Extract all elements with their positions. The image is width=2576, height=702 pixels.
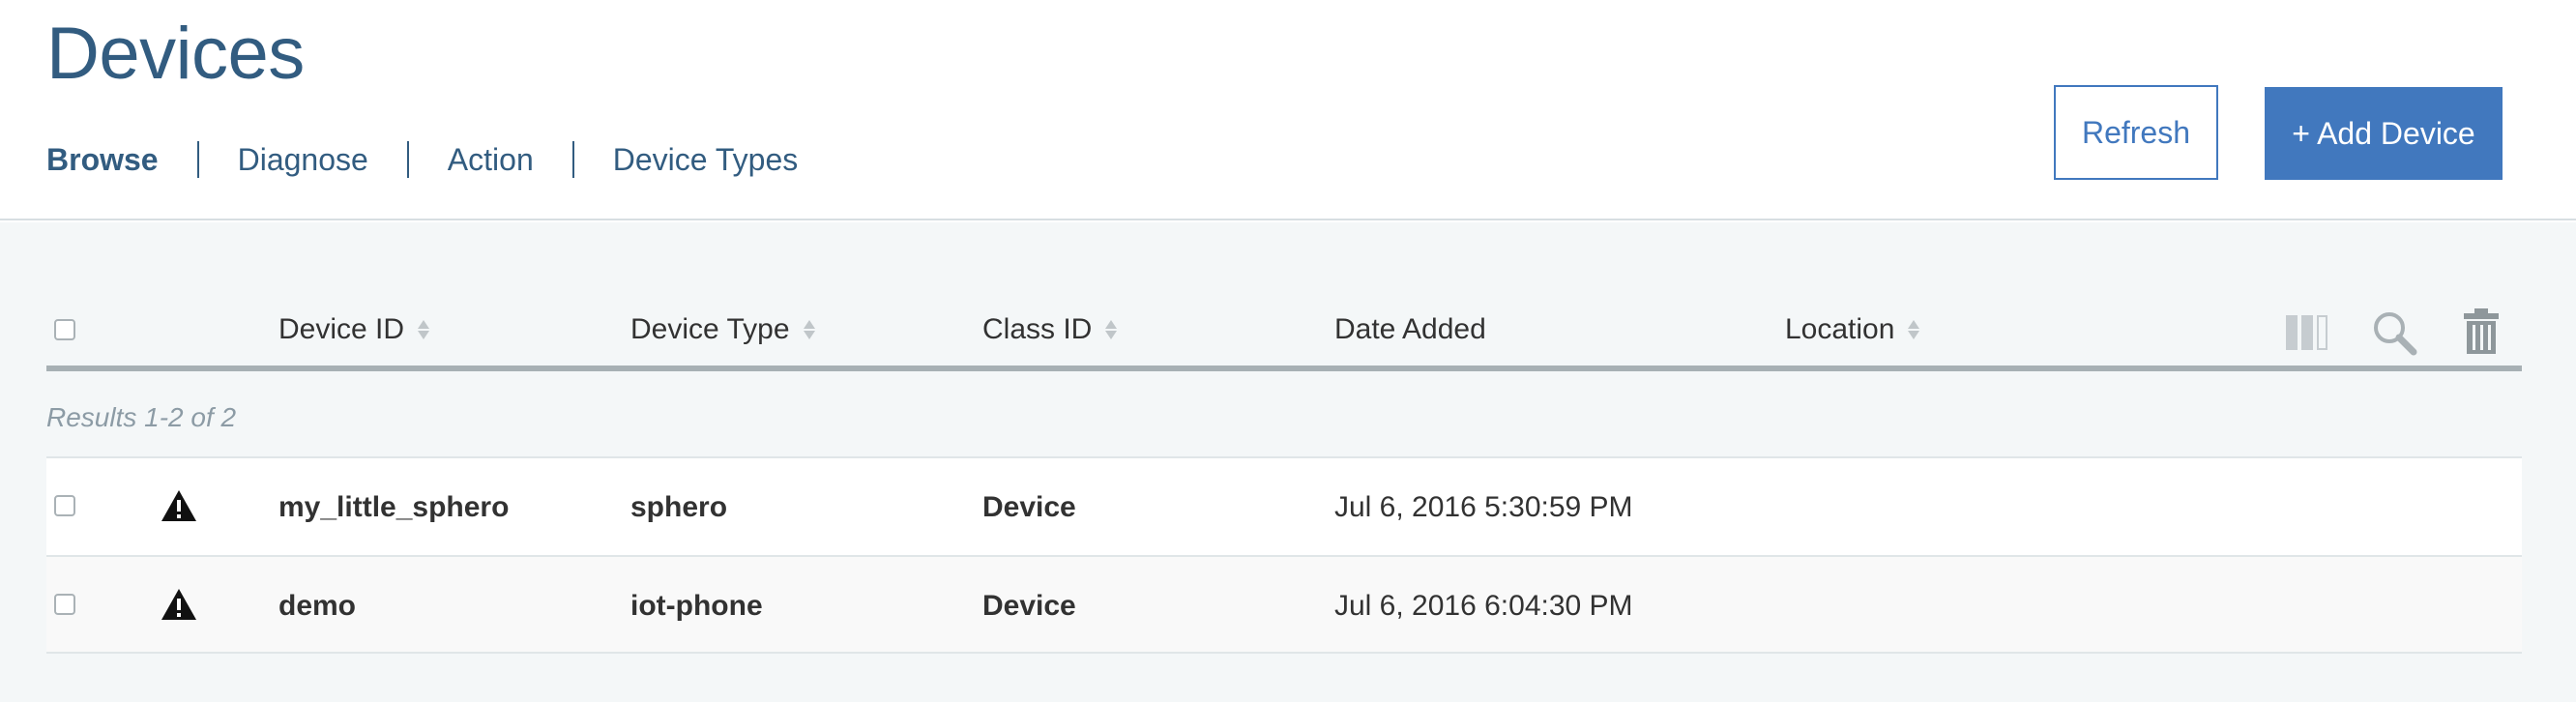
device-type-cell: sphero (630, 491, 728, 523)
sort-icon[interactable] (418, 319, 430, 340)
column-label: Location (1785, 313, 1895, 345)
column-header-device-id[interactable]: Device ID (278, 313, 430, 346)
tab-divider (196, 141, 199, 178)
sort-icon[interactable] (803, 319, 815, 340)
device-id-cell[interactable]: demo (278, 590, 356, 623)
column-header-device-type[interactable]: Device Type (630, 313, 815, 346)
refresh-button[interactable]: Refresh (2054, 85, 2218, 180)
column-label: Class ID (982, 313, 1093, 345)
date-added-cell: Jul 6, 2016 5:30:59 PM (1334, 491, 1633, 523)
tab-diagnose[interactable]: Diagnose (238, 142, 368, 178)
warning-icon (161, 589, 196, 620)
date-added-cell: Jul 6, 2016 6:04:30 PM (1334, 590, 1633, 622)
column-header-class-id[interactable]: Class ID (982, 313, 1118, 346)
warning-icon (161, 490, 196, 521)
device-type-cell: iot-phone (630, 590, 763, 622)
row-checkbox[interactable] (54, 495, 75, 516)
search-icon[interactable] (2371, 309, 2419, 358)
device-table-area: Device ID Device Type Class ID Date Adde… (0, 222, 2576, 702)
select-all-checkbox[interactable] (54, 319, 75, 340)
column-label: Device Type (630, 313, 790, 345)
device-id-cell[interactable]: my_little_sphero (278, 491, 509, 524)
page-header: Devices Browse Diagnose Action Device Ty… (0, 0, 2576, 220)
columns-icon[interactable] (2284, 311, 2334, 354)
add-device-button[interactable]: + Add Device (2265, 87, 2503, 180)
trash-icon[interactable] (2462, 307, 2501, 356)
tab-action[interactable]: Action (448, 142, 534, 178)
sort-icon[interactable] (1908, 319, 1920, 340)
row-checkbox[interactable] (54, 594, 75, 615)
column-header-date-added[interactable]: Date Added (1334, 313, 1486, 346)
page-title: Devices (46, 13, 305, 95)
tab-bar: Browse Diagnose Action Device Types (46, 141, 798, 178)
tab-browse[interactable]: Browse (46, 142, 159, 178)
tab-divider (571, 141, 574, 178)
class-id-cell: Device (982, 491, 1076, 523)
class-id-cell: Device (982, 590, 1076, 622)
tab-divider (406, 141, 409, 178)
column-label: Date Added (1334, 313, 1486, 345)
sort-icon[interactable] (1105, 319, 1118, 340)
column-label: Device ID (278, 313, 405, 345)
table-row[interactable]: my_little_sphero sphero Device Jul 6, 20… (46, 456, 2522, 555)
table-row[interactable]: demo iot-phone Device Jul 6, 2016 6:04:3… (46, 555, 2522, 654)
tab-device-types[interactable]: Device Types (613, 142, 799, 178)
column-header-location[interactable]: Location (1785, 313, 1920, 346)
table-header: Device ID Device Type Class ID Date Adde… (46, 284, 2522, 371)
results-count: Results 1-2 of 2 (46, 402, 237, 432)
